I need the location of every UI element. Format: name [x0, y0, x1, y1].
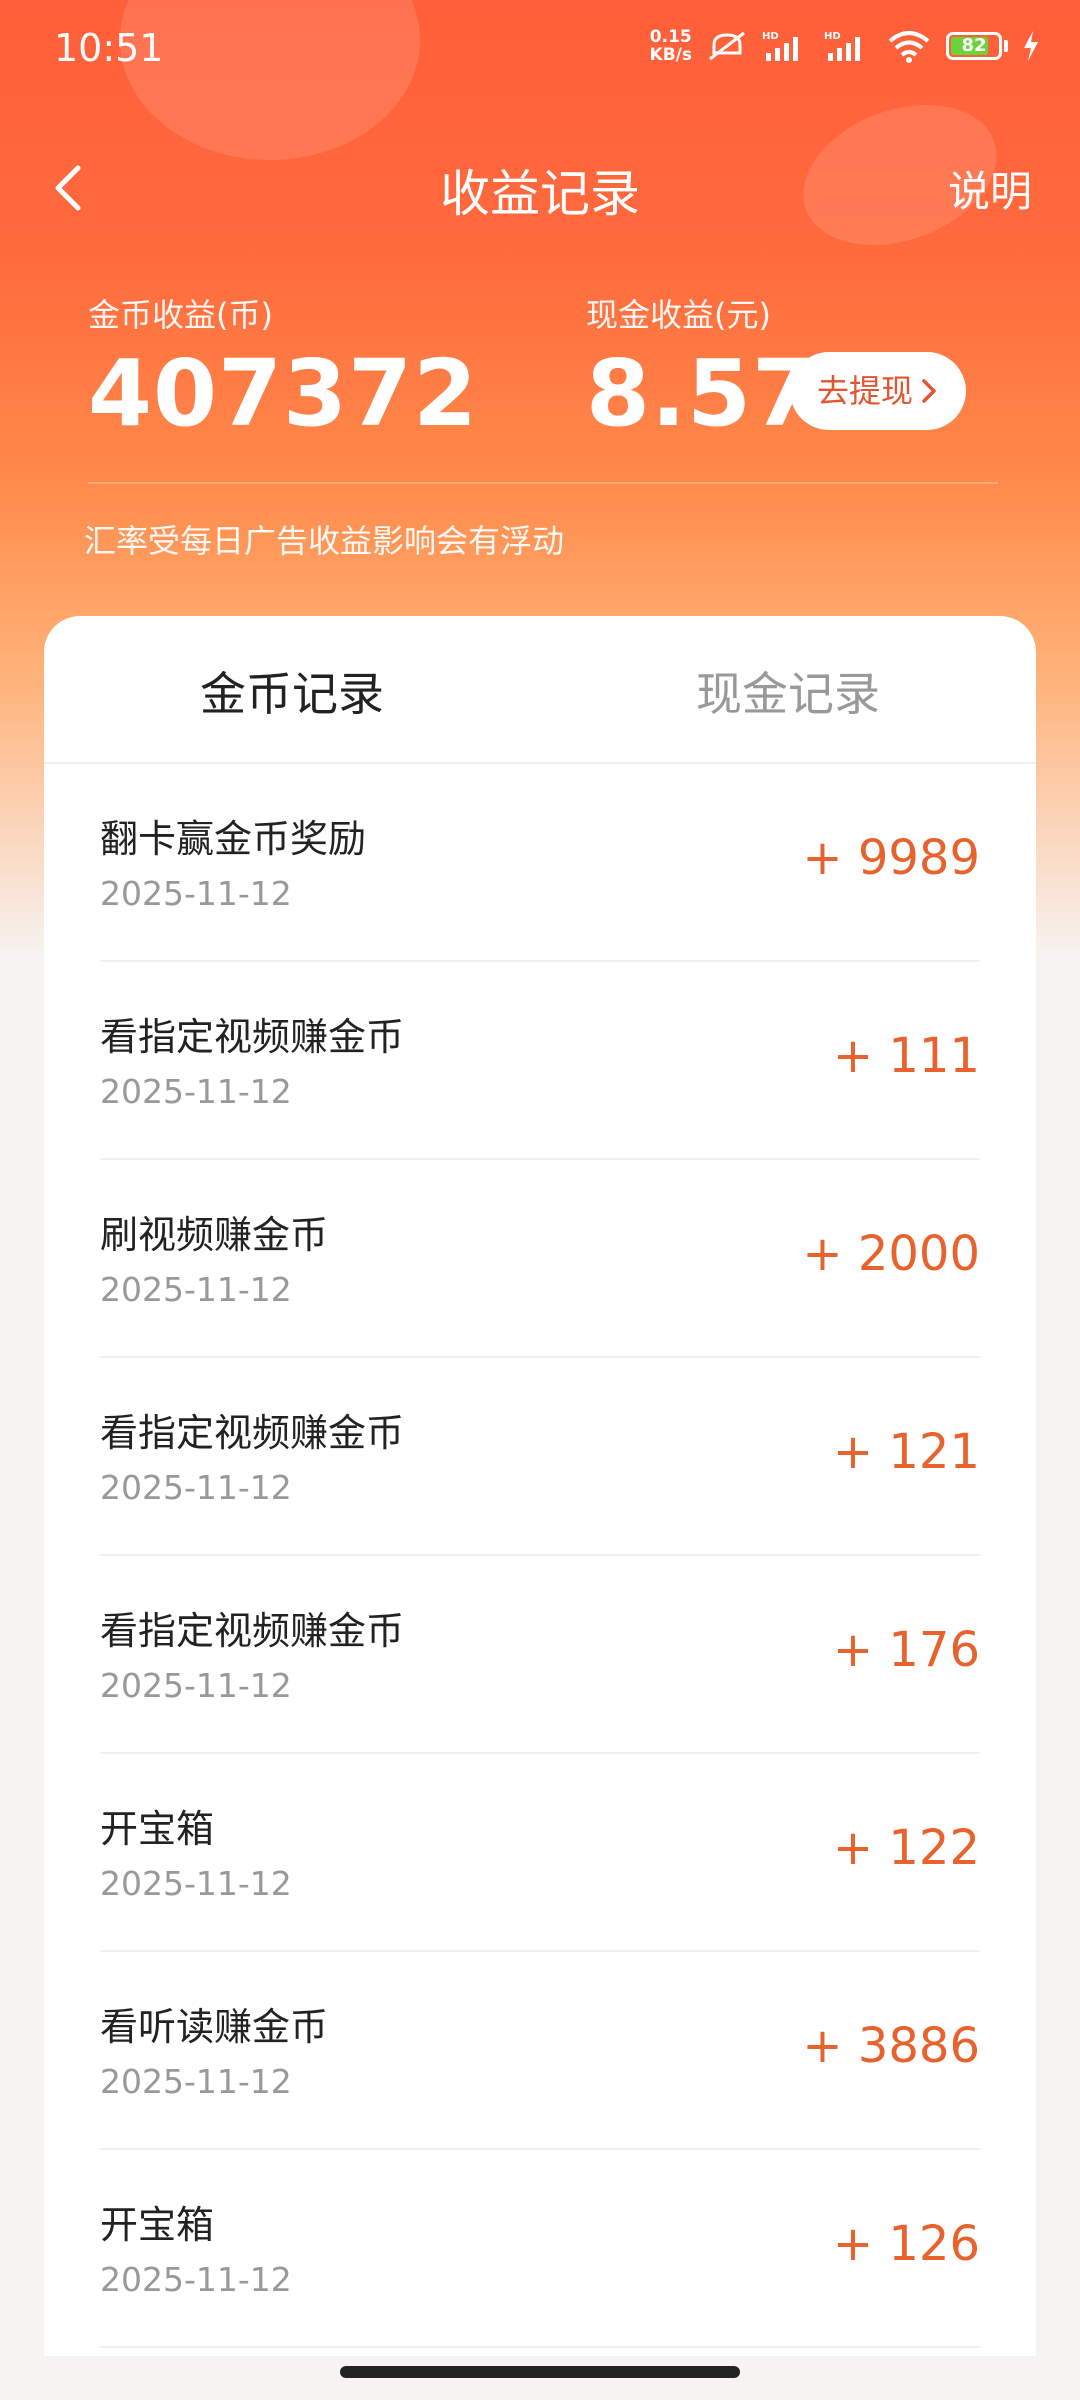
coin-value: 407372: [88, 340, 479, 447]
list-item: 看听读赚金币 2025-11-12 + 3886: [100, 1952, 980, 2150]
status-bar: 10:51 0.15 KB/s HD HD 82: [0, 0, 1080, 100]
cash-value: 8.57: [586, 340, 817, 447]
record-amount: + 176: [832, 1622, 980, 1678]
record-date: 2025-11-12: [100, 1666, 292, 1705]
record-title: 看指定视频赚金币: [100, 1411, 405, 1455]
withdraw-label: 去提现: [816, 372, 913, 410]
signal-hd-icon: HD: [762, 31, 798, 61]
list-item: 翻卡赢金币奖励 2025-11-12 + 9989: [100, 764, 980, 962]
record-title: 刷视频赚金币: [100, 1213, 329, 1257]
divider: [88, 482, 998, 484]
record-amount: + 121: [832, 1424, 980, 1480]
battery-level: 82: [961, 35, 987, 56]
record-title: 看指定视频赚金币: [100, 1015, 405, 1059]
charging-bolt-icon: [1024, 31, 1038, 61]
home-indicator[interactable]: [340, 2366, 740, 2378]
record-date: 2025-11-12: [100, 2062, 292, 2101]
battery-tip: [1004, 40, 1008, 52]
record-date: 2025-11-12: [100, 874, 292, 913]
record-date: 2025-11-12: [100, 1468, 292, 1507]
record-date: 2025-11-12: [100, 1072, 292, 1111]
net-speed: 0.15 KB/s: [650, 28, 692, 64]
help-button[interactable]: 说明: [948, 158, 1032, 219]
cash-summary: 现金收益(元) 8.57: [586, 290, 817, 447]
list-item: 看指定视频赚金币 2025-11-12 + 176: [100, 1556, 980, 1754]
record-date: 2025-11-12: [100, 2260, 292, 2299]
svg-text:HD: HD: [824, 31, 841, 42]
record-title: 看指定视频赚金币: [100, 1609, 405, 1653]
battery-icon: 82: [946, 32, 1002, 60]
record-title: 开宝箱: [100, 2203, 215, 2247]
record-amount: + 2000: [802, 1226, 980, 1282]
record-date: 2025-11-12: [100, 1864, 292, 1903]
tab-cash-records[interactable]: 现金记录: [540, 658, 1036, 724]
record-amount: + 111: [832, 1028, 980, 1084]
net-speed-unit: KB/s: [649, 45, 692, 65]
cash-label: 现金收益(元): [586, 296, 771, 334]
records-list: 翻卡赢金币奖励 2025-11-12 + 9989 看指定视频赚金币 2025-…: [100, 764, 980, 2348]
svg-text:HD: HD: [762, 31, 779, 42]
status-time: 10:51: [54, 26, 164, 70]
mute-alarm-icon: [709, 31, 745, 61]
record-amount: + 3886: [802, 2018, 980, 2074]
page-title: 收益记录: [440, 165, 640, 223]
record-title: 翻卡赢金币奖励: [100, 817, 367, 861]
rate-note: 汇率受每日广告收益影响会有浮动: [84, 522, 565, 560]
record-amount: + 9989: [802, 830, 980, 886]
record-date: 2025-11-12: [100, 1270, 292, 1309]
tab-coin-records[interactable]: 金币记录: [44, 658, 540, 724]
chevron-right-icon: [922, 379, 936, 403]
wifi-icon: [888, 31, 930, 63]
list-item: 刷视频赚金币 2025-11-12 + 2000: [100, 1160, 980, 1358]
list-item: 开宝箱 2025-11-12 + 122: [100, 1754, 980, 1952]
net-speed-value: 0.15: [649, 27, 692, 47]
screen: 10:51 0.15 KB/s HD HD 82 收益记录 说明 金币收益(币)…: [0, 0, 1080, 2400]
record-title: 开宝箱: [100, 1807, 215, 1851]
record-amount: + 126: [832, 2216, 980, 2272]
withdraw-button[interactable]: 去提现: [790, 352, 966, 430]
record-amount: + 122: [832, 1820, 980, 1876]
status-icons: 0.15 KB/s HD HD 82: [650, 28, 1040, 64]
list-item: 看指定视频赚金币 2025-11-12 + 111: [100, 962, 980, 1160]
signal-hd-icon-2: HD: [824, 31, 860, 61]
coin-label: 金币收益(币): [88, 296, 273, 334]
list-item: 开宝箱 2025-11-12 + 126: [100, 2150, 980, 2348]
battery-indicator: 82: [946, 32, 1008, 60]
coin-summary: 金币收益(币) 407372: [88, 290, 478, 447]
records-card: 金币记录 现金记录 翻卡赢金币奖励 2025-11-12 + 9989 看指定视…: [44, 616, 1036, 2356]
nav-bar: 收益记录 说明: [0, 140, 1080, 236]
tab-bar: 金币记录 现金记录: [44, 616, 1036, 764]
record-title: 看听读赚金币: [100, 2005, 329, 2049]
list-item: 看指定视频赚金币 2025-11-12 + 121: [100, 1358, 980, 1556]
